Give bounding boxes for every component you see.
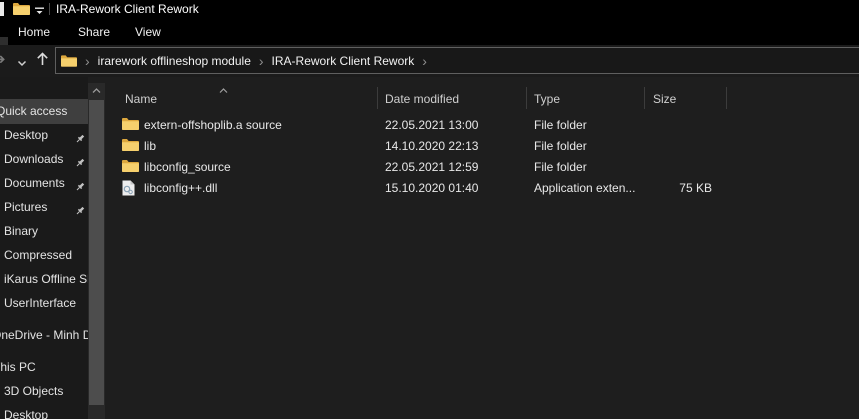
pin-icon <box>75 129 86 147</box>
breadcrumb-chevron-icon[interactable]: › <box>251 55 272 67</box>
dll-icon <box>122 180 135 197</box>
table-row[interactable]: libconfig++.dll 15.10.2020 01:40 Applica… <box>104 178 859 199</box>
titlebar-separator <box>49 3 50 15</box>
ribbon-tab-bar: Home Share View <box>0 20 859 45</box>
window-icon <box>0 2 4 16</box>
file-type: File folder <box>534 136 642 157</box>
sidebar-item-desktop-thispc[interactable]: Desktop <box>0 403 88 419</box>
titlebar: IRA-Rework Client Rework <box>0 0 859 20</box>
file-date-modified: 22.05.2021 12:59 <box>385 157 525 178</box>
file-type: Application exten... <box>534 178 642 199</box>
sidebar-item-label: OneDrive - Minh D <box>0 323 88 347</box>
sidebar-item-this-pc[interactable]: This PC <box>0 355 88 379</box>
sidebar-item-label: Quick access <box>0 99 67 124</box>
tab-view[interactable]: View <box>135 20 161 45</box>
sidebar-item-label: 3D Objects <box>4 379 63 403</box>
sidebar-item-userinterface[interactable]: UserInterface <box>0 291 88 315</box>
address-bar[interactable]: › irarework offlineshop module › IRA-Rew… <box>55 47 859 74</box>
sidebar-item-label: Desktop <box>4 403 48 419</box>
file-type: File folder <box>534 157 642 178</box>
sidebar-item-3d-objects[interactable]: 3D Objects <box>0 379 88 403</box>
pin-icon <box>75 177 86 195</box>
table-row[interactable]: lib 14.10.2020 22:13 File folder <box>104 136 859 157</box>
up-button[interactable] <box>35 51 50 70</box>
sort-ascending-icon <box>219 83 228 97</box>
sidebar-item-label: iKarus Offline Sh <box>4 267 88 291</box>
column-header-size[interactable]: Size <box>653 89 676 109</box>
file-size <box>644 115 712 136</box>
file-date-modified: 15.10.2020 01:40 <box>385 178 525 199</box>
main-area: Quick access Desktop Downloads Documents… <box>0 77 859 419</box>
folder-icon <box>122 159 139 176</box>
column-header-date-modified[interactable]: Date modified <box>385 89 459 109</box>
column-divider[interactable] <box>526 87 527 109</box>
column-divider[interactable] <box>377 87 378 109</box>
breadcrumb-item[interactable]: IRA-Rework Client Rework <box>272 54 415 68</box>
folder-icon <box>13 2 30 19</box>
file-date-modified: 22.05.2021 13:00 <box>385 115 525 136</box>
sidebar-item-onedrive[interactable]: OneDrive - Minh D <box>0 323 88 347</box>
file-size <box>644 157 712 178</box>
column-divider[interactable] <box>644 87 645 109</box>
sidebar-item-label: Compressed <box>4 243 72 267</box>
recent-locations-chevron-icon[interactable] <box>17 56 27 70</box>
file-name[interactable]: extern-offshoplib.a source <box>144 115 374 136</box>
sidebar-item-quick-access[interactable]: Quick access <box>0 99 88 124</box>
sidebar-item-binary[interactable]: Binary <box>0 219 88 243</box>
sidebar-item-label: UserInterface <box>4 291 76 315</box>
table-row[interactable]: libconfig_source 22.05.2021 12:59 File f… <box>104 157 859 178</box>
sidebar-item-documents[interactable]: Documents <box>0 171 88 195</box>
breadcrumb-chevron-icon: › <box>77 55 98 67</box>
folder-icon <box>122 117 139 134</box>
file-date-modified: 14.10.2020 22:13 <box>385 136 525 157</box>
file-type: File folder <box>534 115 642 136</box>
window-title: IRA-Rework Client Rework <box>56 0 199 20</box>
file-name[interactable]: libconfig_source <box>144 157 374 178</box>
folder-icon <box>122 138 139 155</box>
sidebar-item-pictures[interactable]: Pictures <box>0 195 88 219</box>
scrollbar-up-arrow-icon[interactable] <box>88 83 105 98</box>
table-row[interactable]: extern-offshoplib.a source 22.05.2021 13… <box>104 115 859 136</box>
sidebar-item-label: This PC <box>0 355 36 379</box>
column-header-type[interactable]: Type <box>534 89 560 109</box>
breadcrumb-folder-icon <box>61 54 77 68</box>
sidebar-item-label: Desktop <box>4 123 48 147</box>
column-divider[interactable] <box>726 87 727 109</box>
sidebar-item-desktop[interactable]: Desktop <box>0 123 88 147</box>
customize-quick-access-toolbar-button[interactable] <box>34 5 45 19</box>
sidebar-item-label: Downloads <box>4 147 63 171</box>
forward-button[interactable]: ➔ <box>0 50 6 68</box>
file-size: 75 KB <box>644 178 712 199</box>
file-name[interactable]: libconfig++.dll <box>144 178 374 199</box>
address-row: ➔ › irarework offlineshop module › IRA-R… <box>0 45 859 77</box>
file-explorer-window: IRA-Rework Client Rework Home Share View… <box>0 0 859 419</box>
breadcrumb-item[interactable]: irarework offlineshop module <box>98 54 251 68</box>
sidebar-item-compressed[interactable]: Compressed <box>0 243 88 267</box>
file-size <box>644 136 712 157</box>
navigation-pane: Quick access Desktop Downloads Documents… <box>0 77 88 419</box>
sidebar-item-downloads[interactable]: Downloads <box>0 147 88 171</box>
file-menu-stub <box>0 37 8 45</box>
breadcrumb-chevron-icon[interactable]: › <box>414 55 435 67</box>
tab-home[interactable]: Home <box>18 20 50 45</box>
pin-icon <box>75 153 86 171</box>
sidebar-scrollbar[interactable] <box>88 83 105 419</box>
sidebar-item-ikarus-offline-shop[interactable]: iKarus Offline Sh <box>0 267 88 291</box>
sidebar-item-label: Pictures <box>4 195 47 219</box>
scrollbar-thumb[interactable] <box>89 100 104 405</box>
file-name[interactable]: lib <box>144 136 374 157</box>
sidebar-item-label: Documents <box>4 171 65 195</box>
sidebar-item-label: Binary <box>4 219 38 243</box>
pin-icon <box>75 201 86 219</box>
tab-share[interactable]: Share <box>78 20 110 45</box>
column-header-name[interactable]: Name <box>125 89 157 109</box>
